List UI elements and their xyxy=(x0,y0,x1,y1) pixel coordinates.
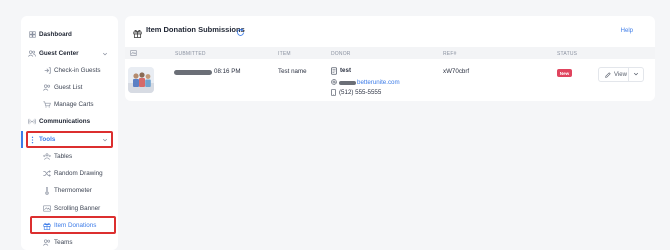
column-header-ref[interactable]: REF# xyxy=(443,51,457,57)
sidebar-item-guest-list[interactable]: Guest List xyxy=(21,79,118,96)
pencil-icon xyxy=(605,71,611,78)
table-header: SUBMITTED ITEM DONOR REF# STATUS xyxy=(125,47,655,59)
highlight-box-item-donations xyxy=(30,216,116,234)
item-thumbnail xyxy=(128,67,154,93)
donor-phone: (512) 555-5555 xyxy=(339,89,382,96)
image-column-icon xyxy=(130,49,137,58)
column-header-submitted[interactable]: SUBMITTED xyxy=(175,51,206,57)
view-button-label-wrap: View xyxy=(605,72,627,78)
sidebar-item-communications[interactable]: Communications xyxy=(21,113,118,130)
view-button[interactable]: View xyxy=(598,67,644,82)
sidebar-item-scrolling-banner[interactable]: Scrolling Banner xyxy=(21,200,118,217)
sidebar-item-manage-carts[interactable]: Manage Carts xyxy=(21,96,118,113)
submitted-time: 08:16 PM xyxy=(214,68,241,75)
donor-icon xyxy=(331,67,337,77)
sidebar-item-label: Communications xyxy=(39,118,91,125)
view-label: View xyxy=(614,71,627,78)
sidebar-item-label: Random Drawing xyxy=(54,170,103,177)
users-icon xyxy=(43,84,51,92)
sidebar-item-dashboard[interactable]: Dashboard xyxy=(21,26,118,43)
tables-icon xyxy=(43,153,51,161)
broadcast-icon xyxy=(28,118,36,126)
refresh-icon[interactable] xyxy=(236,24,245,36)
ref-number: xW70cbrf xyxy=(443,68,470,75)
chevron-down-icon[interactable] xyxy=(102,51,108,57)
phone-icon xyxy=(331,89,336,98)
check-in-icon xyxy=(43,67,51,75)
sidebar-item-label: Guest Center xyxy=(39,50,79,57)
redacted-email xyxy=(339,80,356,85)
banner-icon xyxy=(43,205,51,213)
sidebar-item-random-drawing[interactable]: Random Drawing xyxy=(21,165,118,182)
redacted-date xyxy=(174,70,212,75)
page-title: Item Donation Submissions xyxy=(146,25,245,34)
column-header-item[interactable]: ITEM xyxy=(278,51,291,57)
sidebar-item-label: Tables xyxy=(54,153,73,160)
sidebar-item-teams[interactable]: Teams xyxy=(21,234,118,250)
sidebar-item-label: Teams xyxy=(54,239,73,246)
sidebar-item-tables[interactable]: Tables xyxy=(21,148,118,165)
item-name: Test name xyxy=(278,68,307,75)
thermometer-icon xyxy=(43,186,51,195)
sidebar-item-label: Thermometer xyxy=(54,187,92,194)
chevron-down-icon[interactable] xyxy=(633,71,639,79)
donor-email[interactable]: betterunite.com xyxy=(357,79,400,86)
sidebar-item-thermometer[interactable]: Thermometer xyxy=(21,182,118,199)
shuffle-icon xyxy=(43,170,51,178)
email-icon xyxy=(331,79,337,87)
cart-icon xyxy=(43,101,51,109)
sidebar-item-label: Dashboard xyxy=(39,31,72,38)
column-header-status[interactable]: STATUS xyxy=(557,51,577,57)
sidebar-item-label: Guest List xyxy=(54,84,83,91)
status-badge: New xyxy=(557,69,572,77)
button-divider xyxy=(628,68,629,81)
gift-icon xyxy=(133,25,142,38)
highlight-box-tools xyxy=(26,131,113,148)
help-link[interactable]: Help xyxy=(621,28,633,34)
users-icon xyxy=(43,239,51,247)
sidebar-item-label: Manage Carts xyxy=(54,101,94,108)
donations-panel: Item Donation Submissions Help SUBMITTED… xyxy=(125,16,655,101)
users-icon xyxy=(28,50,36,58)
dashboard-icon xyxy=(28,31,36,39)
sidebar-item-check-in-guests[interactable]: Check-in Guests xyxy=(21,62,118,79)
donor-name: test xyxy=(340,67,352,74)
sidebar-item-label: Scrolling Banner xyxy=(54,205,101,212)
sidebar-item-label: Check-in Guests xyxy=(54,67,101,74)
column-header-donor[interactable]: DONOR xyxy=(331,51,351,57)
sidebar-item-guest-center[interactable]: Guest Center xyxy=(21,45,118,62)
